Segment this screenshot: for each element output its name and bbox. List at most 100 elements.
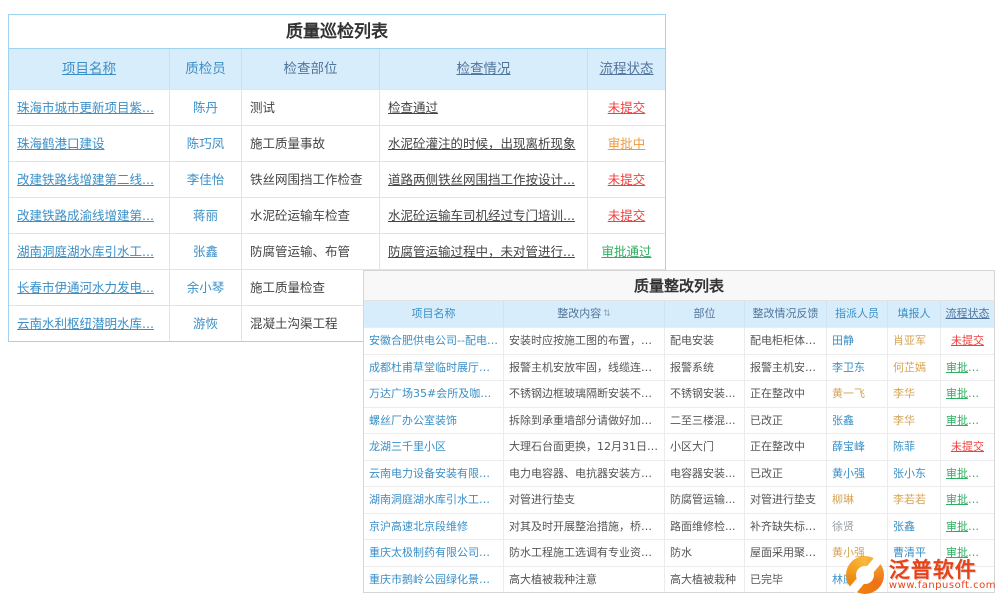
inspection-table-title: 质量巡检列表 [9,15,665,49]
project-cell[interactable]: 湖南洞庭湖水库引水工程施工标 [364,486,503,513]
project-cell[interactable]: 长春市伊通河水力发电... [9,269,169,305]
column-header-inspector: 质检员 [169,49,241,89]
assignee-cell: 李卫东 [826,354,887,381]
rectification-table-title: 质量整改列表 [364,271,994,301]
reporter-cell: 张小东 [887,460,940,487]
column-header-project: 项目名称 [364,301,503,327]
feedback-cell: 对管进行垫支 [744,486,826,513]
assignee-cell: 柳琳 [826,486,887,513]
fanpu-watermark: 泛普软件 www.fanpusoft.com [846,556,996,594]
project-cell[interactable]: 万达广场35#会所及咖啡厅空... [364,380,503,407]
project-cell[interactable]: 改建铁路线增建第二线... [9,161,169,197]
situation-cell: 检查通过 [379,89,587,125]
project-cell[interactable]: 珠海市城市更新项目紫... [9,89,169,125]
status-cell[interactable]: 审批通过 [940,380,994,407]
status-cell[interactable]: 审批通过 [587,233,665,269]
column-header-label: 项目名称 [412,307,456,320]
column-header-label: 检查部位 [284,61,338,77]
assignee-cell: 黄小强 [826,460,887,487]
part-cell: 不锈钢安装... [664,380,744,407]
reporter-cell: 何芷嫣 [887,354,940,381]
situation-cell: 防腐管运输过程中，未对管进行... [379,233,587,269]
table-row: 成都杜甫草堂临时展厅独立展...报警主机安放牢固，线缆连接...报警系统报警主机… [364,354,994,381]
column-header-reporter: 填报人 [887,301,940,327]
column-header-feedback: 整改情况反馈 [744,301,826,327]
sort-icon[interactable]: ⇅ [603,301,611,327]
location-cell: 测试 [241,89,379,125]
inspector-cell: 余小琴 [169,269,241,305]
status-cell[interactable]: 审批中 [587,125,665,161]
part-cell: 防腐管运输... [664,486,744,513]
project-cell[interactable]: 重庆市鹅岭公园绿化景观提升... [364,566,503,593]
table-row: 湖南洞庭湖水库引水工程施工标对管进行垫支防腐管运输...对管进行垫支柳琳李若若审… [364,486,994,513]
project-cell[interactable]: 京沪高速北京段维修 [364,513,503,540]
column-header-assignee: 指派人员 [826,301,887,327]
content-cell: 报警主机安放牢固，线缆连接... [503,354,664,381]
project-cell[interactable]: 安徽合肥供电公司--配电设备... [364,327,503,354]
column-header-project: 项目名称 [9,49,169,89]
part-cell: 配电安装 [664,327,744,354]
column-header-content[interactable]: 整改内容⇅ [503,301,664,327]
column-header-status: 流程状态 [587,49,665,89]
status-cell[interactable]: 审批通过 [940,486,994,513]
status-cell[interactable]: 审批通过 [940,460,994,487]
project-cell[interactable]: 重庆太极制药有限公司亳州中... [364,539,503,566]
status-cell[interactable]: 审批通过 [940,407,994,434]
project-cell[interactable]: 改建铁路成渝线增建第... [9,197,169,233]
column-header-label: 部位 [694,307,716,320]
reporter-cell: 李华 [887,380,940,407]
column-header-situation: 检查情况 [379,49,587,89]
status-cell[interactable]: 未提交 [587,197,665,233]
assignee-cell: 徐贤 [826,513,887,540]
inspector-cell: 张鑫 [169,233,241,269]
content-cell: 对其及时开展整治措施，桥头... [503,513,664,540]
assignee-cell: 黄一飞 [826,380,887,407]
part-cell: 报警系统 [664,354,744,381]
column-header-label: 流程状态 [946,307,990,320]
status-cell[interactable]: 未提交 [587,89,665,125]
status-cell[interactable]: 未提交 [940,327,994,354]
reporter-cell: 李华 [887,407,940,434]
feedback-cell: 报警主机安放... [744,354,826,381]
feedback-cell: 屋面采用聚氨... [744,539,826,566]
table-row: 改建铁路成渝线增建第...蒋丽水泥砼运输车检查水泥砼运输车司机经过专门培训...… [9,197,665,233]
status-cell[interactable]: 审批通过 [940,513,994,540]
project-cell[interactable]: 云南电力设备安装有限公司20... [364,460,503,487]
feedback-cell: 补齐缺失标志... [744,513,826,540]
feedback-cell: 正在整改中 [744,380,826,407]
location-cell: 施工质量检查 [241,269,379,305]
rectification-table-header: 项目名称 整改内容⇅ 部位 整改情况反馈指派人员填报人流程状态 [364,301,994,327]
project-cell[interactable]: 成都杜甫草堂临时展厅独立展... [364,354,503,381]
quality-rectification-table: 质量整改列表 项目名称 整改内容⇅ 部位 整改情况反馈指派人员填报人流程状态 安徽合肥… [363,270,995,593]
feedback-cell: 已改正 [744,460,826,487]
content-cell: 不锈钢边框玻璃隔断安装不平... [503,380,664,407]
status-cell[interactable]: 未提交 [940,433,994,460]
table-row: 京沪高速北京段维修对其及时开展整治措施，桥头...路面维修检...补齐缺失标志.… [364,513,994,540]
column-header-location: 检查部位 [241,49,379,89]
inspection-table-header: 项目名称质检员 检查部位 检查情况流程状态 [9,49,665,89]
part-cell: 二至三楼混... [664,407,744,434]
reporter-cell: 张鑫 [887,513,940,540]
column-header-label: 流程状态 [600,61,654,77]
feedback-cell: 正在整改中 [744,433,826,460]
table-row: 珠海市城市更新项目紫...陈丹测试检查通过未提交 [9,89,665,125]
status-cell[interactable]: 未提交 [587,161,665,197]
location-cell: 铁丝网围挡工作检查 [241,161,379,197]
table-row: 湖南洞庭湖水库引水工...张鑫防腐管运输、布管防腐管运输过程中，未对管进行...… [9,233,665,269]
column-header-label: 指派人员 [835,307,879,320]
project-cell[interactable]: 湖南洞庭湖水库引水工... [9,233,169,269]
content-cell: 高大植被栽种注意 [503,566,664,593]
assignee-cell: 张鑫 [826,407,887,434]
project-cell[interactable]: 螺丝厂办公室装饰 [364,407,503,434]
gear-logo-icon [846,556,884,594]
inspector-cell: 蒋丽 [169,197,241,233]
inspector-cell: 陈丹 [169,89,241,125]
status-cell[interactable]: 审批通过 [940,354,994,381]
inspector-cell: 游恢 [169,305,241,341]
brand-url: www.fanpusoft.com [889,581,996,592]
project-cell[interactable]: 云南水利枢纽潜明水库... [9,305,169,341]
feedback-cell: 配电柜柜体与... [744,327,826,354]
project-cell[interactable]: 珠海鹤港口建设 [9,125,169,161]
project-cell[interactable]: 龙湖三千里小区 [364,433,503,460]
location-cell: 防腐管运输、布管 [241,233,379,269]
